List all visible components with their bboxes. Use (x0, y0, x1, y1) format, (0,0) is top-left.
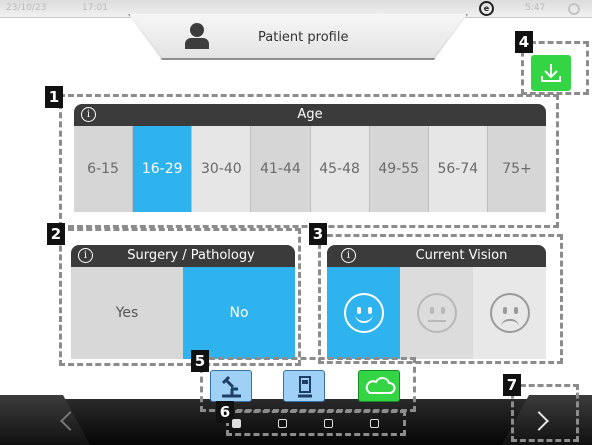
status-date: 23/10/23 (6, 3, 47, 13)
vision-good-option[interactable] (327, 267, 400, 359)
age-option-75-plus[interactable]: 75+ (487, 126, 546, 212)
vision-options (327, 267, 546, 359)
cloud-mode-button[interactable] (358, 370, 400, 402)
info-icon[interactable]: i (81, 107, 96, 122)
power-icon[interactable] (568, 3, 580, 15)
annotation-frame-6 (226, 410, 406, 436)
neutral-face-icon (416, 293, 457, 333)
surgery-yes-option[interactable]: Yes (71, 267, 183, 359)
age-panel-title: Age (297, 107, 323, 122)
download-button[interactable] (531, 55, 571, 91)
surgery-no-option[interactable]: No (183, 267, 295, 359)
device-mode-button[interactable] (283, 370, 325, 402)
microscope-icon (221, 375, 241, 398)
status-battery: 5:47 (525, 3, 546, 13)
annotation-badge-2: 2 (47, 223, 65, 245)
annotation-badge-5: 5 (191, 350, 209, 372)
status-time: 17:01 (82, 3, 108, 13)
age-option-56-74[interactable]: 56-74 (428, 126, 488, 212)
page-indicator-2[interactable] (278, 419, 287, 428)
surgery-panel-header: i Surgery / Pathology (71, 245, 295, 267)
brand-logo-icon: e (479, 1, 494, 16)
download-icon (541, 64, 561, 82)
age-option-30-40[interactable]: 30-40 (192, 126, 252, 212)
info-icon[interactable]: i (341, 248, 356, 263)
annotation-badge-4: 4 (515, 31, 533, 53)
age-option-6-15[interactable]: 6-15 (74, 126, 134, 212)
annotation-badge-3: 3 (309, 223, 327, 245)
surgery-options: Yes No (71, 267, 295, 359)
vision-poor-option[interactable] (473, 267, 546, 359)
surgery-panel-title: Surgery / Pathology (127, 248, 255, 263)
device-icon (298, 376, 312, 398)
page-indicator-3[interactable] (324, 419, 333, 428)
age-option-41-44[interactable]: 41-44 (251, 126, 311, 212)
age-panel-header: i Age (74, 104, 546, 126)
age-options: 6-15 16-29 30-40 41-44 45-48 49-55 56-74… (74, 126, 546, 212)
page-title: Patient profile (258, 30, 349, 45)
age-option-45-48[interactable]: 45-48 (310, 126, 370, 212)
page-indicator-1[interactable] (232, 419, 241, 428)
cloud-icon (365, 377, 396, 394)
sad-face-icon (489, 293, 530, 333)
age-option-16-29[interactable]: 16-29 (133, 126, 193, 212)
user-icon (185, 23, 209, 49)
happy-face-icon (343, 293, 384, 333)
annotation-badge-7: 7 (503, 374, 521, 396)
annotation-frame-7 (511, 384, 579, 442)
annotation-badge-1: 1 (45, 86, 63, 108)
page-indicator-4[interactable] (370, 419, 379, 428)
vision-average-option[interactable] (400, 267, 473, 359)
vision-panel-title: Current Vision (415, 248, 508, 263)
info-icon[interactable]: i (78, 248, 93, 263)
vision-panel-header: i Current Vision (327, 245, 546, 267)
microscope-mode-button[interactable] (210, 370, 252, 402)
age-option-49-55[interactable]: 49-55 (369, 126, 429, 212)
